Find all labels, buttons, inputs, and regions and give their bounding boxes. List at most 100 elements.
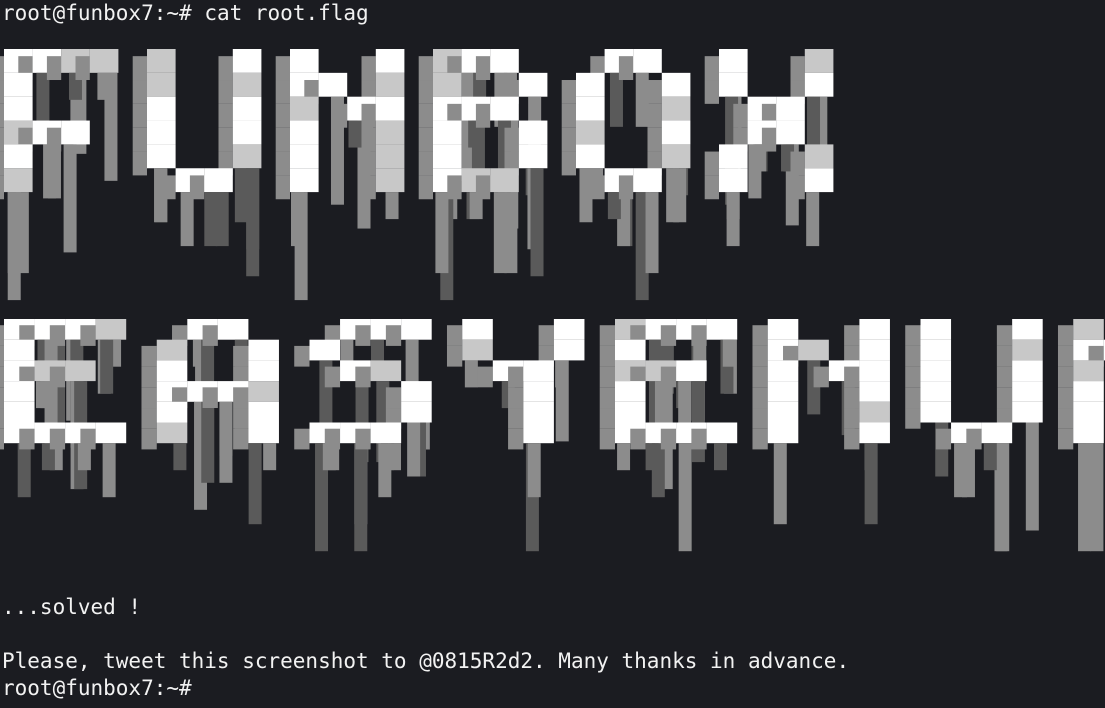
banner-drip xyxy=(47,144,61,199)
banner-drip xyxy=(726,192,740,247)
banner-shadow-block xyxy=(561,80,576,104)
banner-block xyxy=(633,168,662,193)
banner-drip xyxy=(806,192,820,247)
banner-block xyxy=(706,422,738,444)
banner-shadow-block xyxy=(275,56,290,81)
banner-block xyxy=(661,120,691,145)
banner-block xyxy=(290,168,319,193)
banner-block xyxy=(633,49,662,73)
banner-drip xyxy=(354,443,368,552)
banner-drip xyxy=(248,443,262,525)
banner-drip xyxy=(263,443,277,471)
banner-shadow-block xyxy=(46,56,62,81)
banner-shadow-block xyxy=(80,325,96,346)
banner-block xyxy=(490,168,519,193)
banner-shadow-block xyxy=(141,408,157,429)
banner-block xyxy=(859,360,890,382)
banner-shadow-block xyxy=(446,325,463,346)
banner-shadow-block xyxy=(630,428,646,450)
banner-block xyxy=(375,168,405,193)
prompt-line[interactable]: root@funbox7:~# xyxy=(2,675,192,702)
banner-shadow-block xyxy=(538,325,554,346)
banner-shadow-block xyxy=(132,80,147,104)
banner-shadow-block xyxy=(691,325,707,346)
banner-shadow-block xyxy=(49,325,66,346)
banner-shadow-block xyxy=(647,80,662,104)
banner-block xyxy=(859,319,890,340)
banner-block xyxy=(920,381,952,402)
banner-drip xyxy=(180,192,194,247)
banner-block xyxy=(4,168,33,193)
banner-shadow-block xyxy=(361,151,376,176)
banner-block xyxy=(156,339,188,361)
tweet-message-line: Please, tweet this screenshot to @0815R2… xyxy=(2,649,850,673)
banner-drip xyxy=(609,72,623,127)
command-line: root@funbox7:~# cat root.flag xyxy=(2,0,369,27)
banner-block xyxy=(1073,381,1104,402)
banner-drip xyxy=(471,120,485,175)
banner-block xyxy=(1073,319,1104,340)
banner-block xyxy=(248,360,279,382)
banner-drip xyxy=(15,192,29,274)
banner-block xyxy=(490,49,519,73)
banner-block xyxy=(767,360,799,382)
banner-shadow-block xyxy=(233,345,249,367)
banner-block xyxy=(156,401,188,423)
banner-shadow-block xyxy=(294,428,310,450)
banner-shadow-block xyxy=(475,56,491,81)
banner-block xyxy=(248,339,279,361)
banner-shadow-block xyxy=(355,428,371,450)
banner-block xyxy=(615,381,646,402)
banner-shadow-block xyxy=(752,428,768,450)
banner-shadow-block xyxy=(704,56,719,81)
banner-shadow-block xyxy=(599,366,615,388)
banner-shadow-block xyxy=(996,387,1013,409)
banner-drip xyxy=(385,192,399,220)
banner-shadow-block xyxy=(418,127,433,152)
banner-drip xyxy=(219,401,233,483)
banner-block xyxy=(804,49,834,73)
banner-shadow-block xyxy=(355,325,371,346)
banner-block xyxy=(4,339,35,361)
banner-shadow-block xyxy=(618,175,634,200)
banner-block xyxy=(523,401,554,423)
banner-shadow-block xyxy=(561,127,576,152)
banner-block xyxy=(290,120,319,145)
banner-shadow-block xyxy=(447,175,462,200)
banner-block xyxy=(767,422,799,444)
banner-block xyxy=(804,72,834,97)
banner-block xyxy=(375,144,405,169)
banner-block xyxy=(462,339,493,361)
banner-shadow-block xyxy=(1057,366,1074,388)
banner-shadow-block xyxy=(660,428,677,450)
banner-drip xyxy=(555,360,569,388)
banner-block xyxy=(401,319,432,340)
banner-drip xyxy=(527,443,541,498)
banner-block xyxy=(4,144,33,169)
banner-block xyxy=(1012,381,1043,402)
banner-shadow-block xyxy=(508,408,524,429)
banner-shadow-block xyxy=(0,127,4,152)
banner-drip xyxy=(773,443,787,525)
banner-block xyxy=(61,120,90,145)
banner-drip xyxy=(635,72,649,127)
terminal-window[interactable]: root@funbox7:~# cat root.flag ...solved … xyxy=(0,0,1105,708)
banner-block xyxy=(232,120,262,145)
banner-shadow-block xyxy=(844,428,860,450)
banner-block xyxy=(147,144,176,169)
banner-block xyxy=(370,422,402,444)
banner-shadow-block xyxy=(202,387,218,409)
banner-drip xyxy=(100,339,114,394)
banner-shadow-block xyxy=(590,175,605,200)
banner-block xyxy=(1073,422,1104,444)
banner-block xyxy=(615,401,646,423)
banner-shadow-block xyxy=(647,103,662,128)
banner-block xyxy=(553,339,585,361)
banner-block xyxy=(523,360,554,382)
banner-shadow-block xyxy=(332,103,348,128)
banner-shadow-block xyxy=(996,345,1013,367)
banner-block xyxy=(1012,339,1043,361)
banner-shadow-block xyxy=(275,80,290,104)
banner-block xyxy=(920,339,952,361)
banner-block xyxy=(232,144,262,169)
